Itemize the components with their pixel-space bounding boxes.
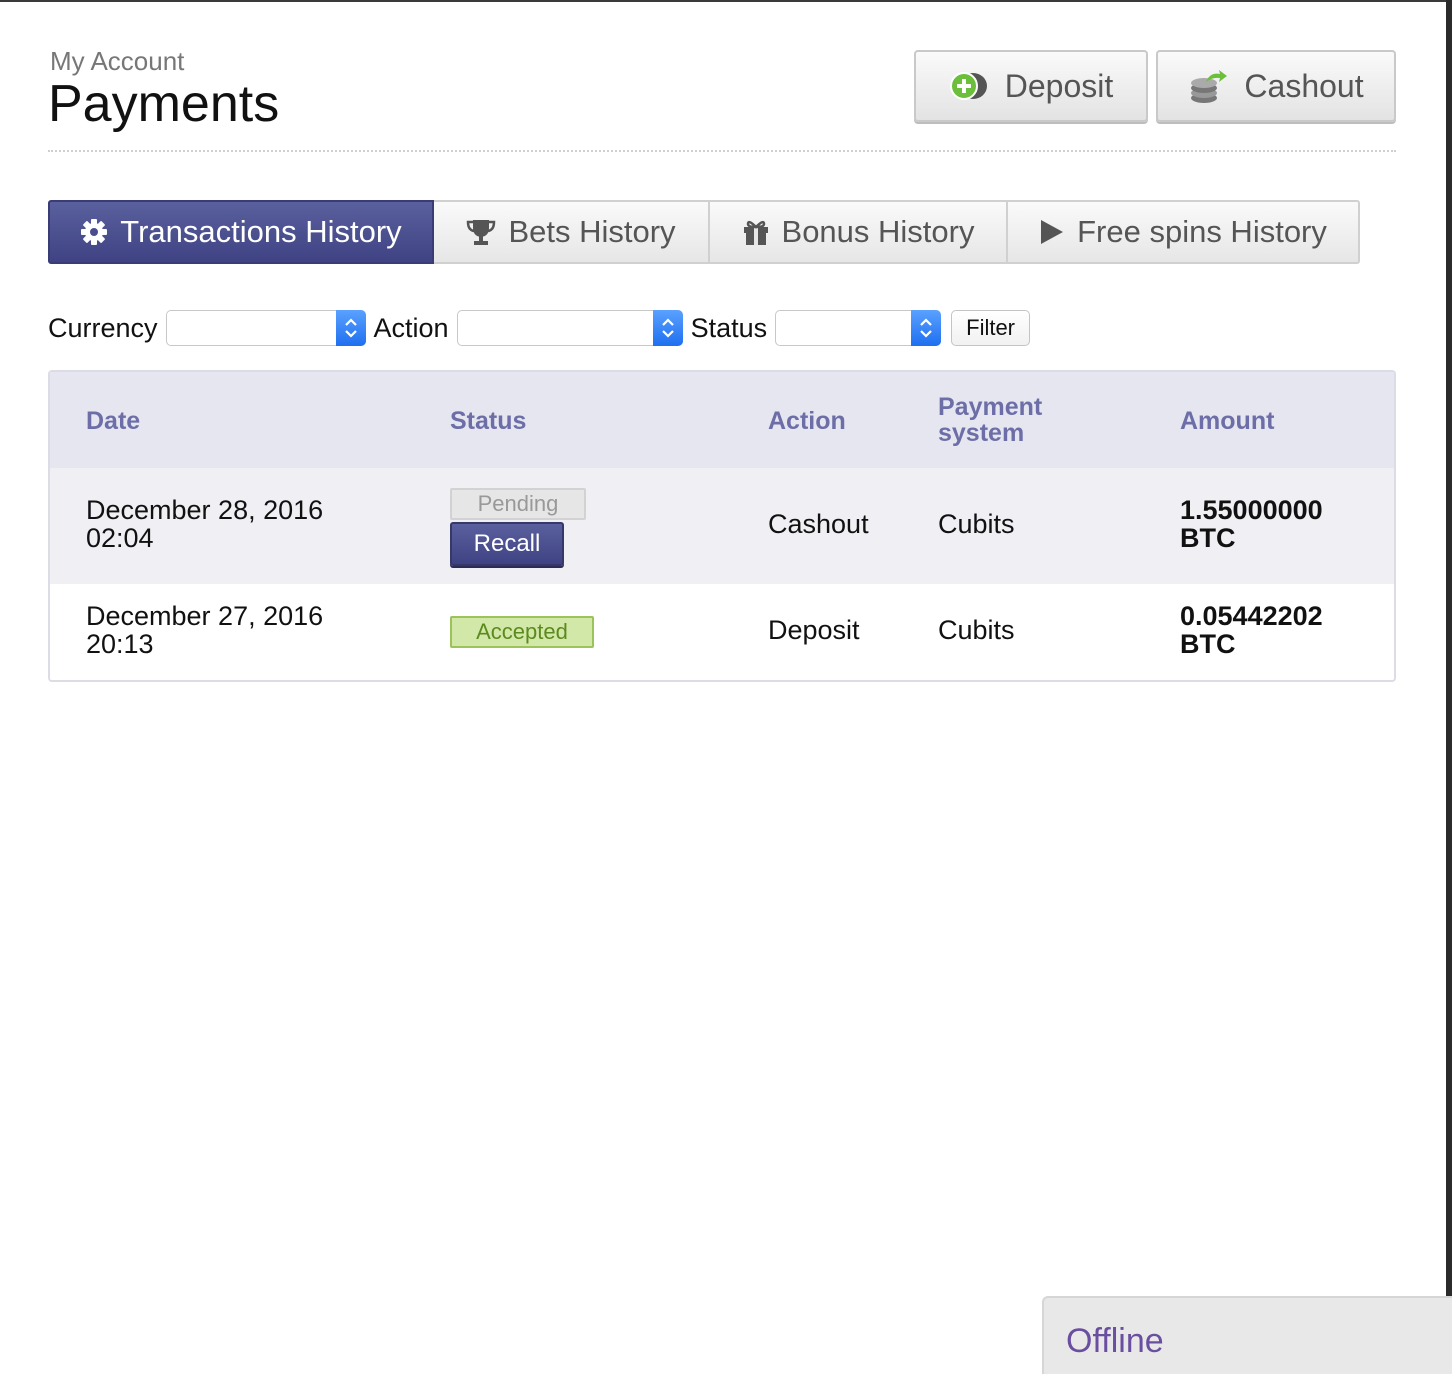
deposit-label: Deposit (1004, 67, 1114, 104)
header-amount: Amount (1180, 407, 1275, 435)
table-row: December 27, 2016 20:13 Accepted Deposit… (50, 584, 1394, 680)
breadcrumb[interactable]: My Account (50, 46, 184, 77)
top-border (0, 0, 1452, 2)
amount-cell: 0.05442202 BTC (1180, 602, 1323, 658)
amount-currency: BTC (1180, 629, 1236, 659)
payment-system-cell: Cubits (938, 509, 1015, 539)
date-text: December 27, 2016 (86, 601, 324, 631)
trophy-icon (467, 220, 496, 245)
deposit-button[interactable]: Deposit (914, 50, 1148, 122)
status-badge-accepted: Accepted (450, 616, 594, 648)
tab-label: Bonus History (781, 214, 975, 249)
status-badge-pending: Pending (450, 488, 586, 520)
header-payment-system-line1: Payment (938, 393, 1043, 421)
tab-bonus-history[interactable]: Bonus History (710, 200, 1008, 264)
cashout-label: Cashout (1244, 67, 1364, 104)
date-cell: December 28, 2016 02:04 (86, 496, 323, 552)
payment-system-cell: Cubits (938, 615, 1015, 645)
currency-select-arrows (335, 310, 366, 346)
transactions-table: Date Status Action Payment system Amount… (48, 370, 1396, 682)
action-select-arrows (652, 310, 683, 346)
date-cell: December 27, 2016 20:13 (86, 602, 323, 658)
header-action: Action (768, 407, 846, 435)
currency-label: Currency (48, 312, 158, 343)
header-separator (48, 150, 1396, 152)
tab-label: Bets History (508, 214, 676, 249)
tab-label: Free spins History (1077, 214, 1327, 249)
updown-arrows-icon (344, 318, 357, 338)
tab-transactions-history[interactable]: Transactions History (48, 200, 434, 264)
header-payment-system: Payment system (938, 394, 1042, 446)
currency-select[interactable] (165, 310, 366, 346)
date-text: December 28, 2016 (86, 495, 324, 525)
status-label: Status (690, 312, 768, 343)
gift-icon (743, 220, 768, 245)
amount-value: 0.05442202 (1180, 601, 1323, 631)
gear-icon (81, 219, 108, 245)
tab-label: Transactions History (120, 214, 402, 249)
filters-bar: Currency Action Status Filter (48, 308, 1031, 348)
deposit-icon (949, 72, 987, 100)
recall-button[interactable]: Recall (450, 522, 564, 566)
header-status: Status (450, 407, 527, 435)
tab-free-spins-history[interactable]: Free spins History (1008, 200, 1360, 264)
time-text: 20:13 (86, 629, 154, 659)
header-payment-system-line2: system (938, 419, 1025, 447)
table-header: Date Status Action Payment system Amount (50, 372, 1394, 468)
header-date: Date (86, 407, 141, 435)
cashout-button[interactable]: Cashout (1156, 50, 1396, 122)
filter-button[interactable]: Filter (951, 310, 1031, 346)
updown-arrows-icon (661, 318, 674, 338)
status-select[interactable] (775, 310, 942, 346)
action-cell: Deposit (768, 615, 860, 645)
tab-bets-history[interactable]: Bets History (434, 200, 710, 264)
status-select-arrows (911, 310, 942, 346)
updown-arrows-icon (920, 318, 932, 338)
play-icon (1041, 220, 1064, 244)
amount-currency: BTC (1180, 523, 1236, 553)
page-title: Payments (48, 75, 280, 133)
action-cell: Cashout (768, 509, 869, 539)
chat-offline-widget[interactable]: Offline (1042, 1296, 1452, 1374)
time-text: 02:04 (86, 523, 154, 553)
amount-cell: 1.55000000 BTC (1180, 496, 1323, 552)
amount-value: 1.55000000 (1180, 495, 1323, 525)
action-select[interactable] (456, 310, 683, 346)
cashout-icon (1191, 70, 1228, 103)
history-tabs: Transactions History Bets History Bonus … (48, 200, 1360, 264)
table-row: December 28, 2016 02:04 Pending Recall C… (50, 468, 1394, 584)
right-border (1446, 0, 1452, 1300)
action-label: Action (373, 312, 449, 343)
